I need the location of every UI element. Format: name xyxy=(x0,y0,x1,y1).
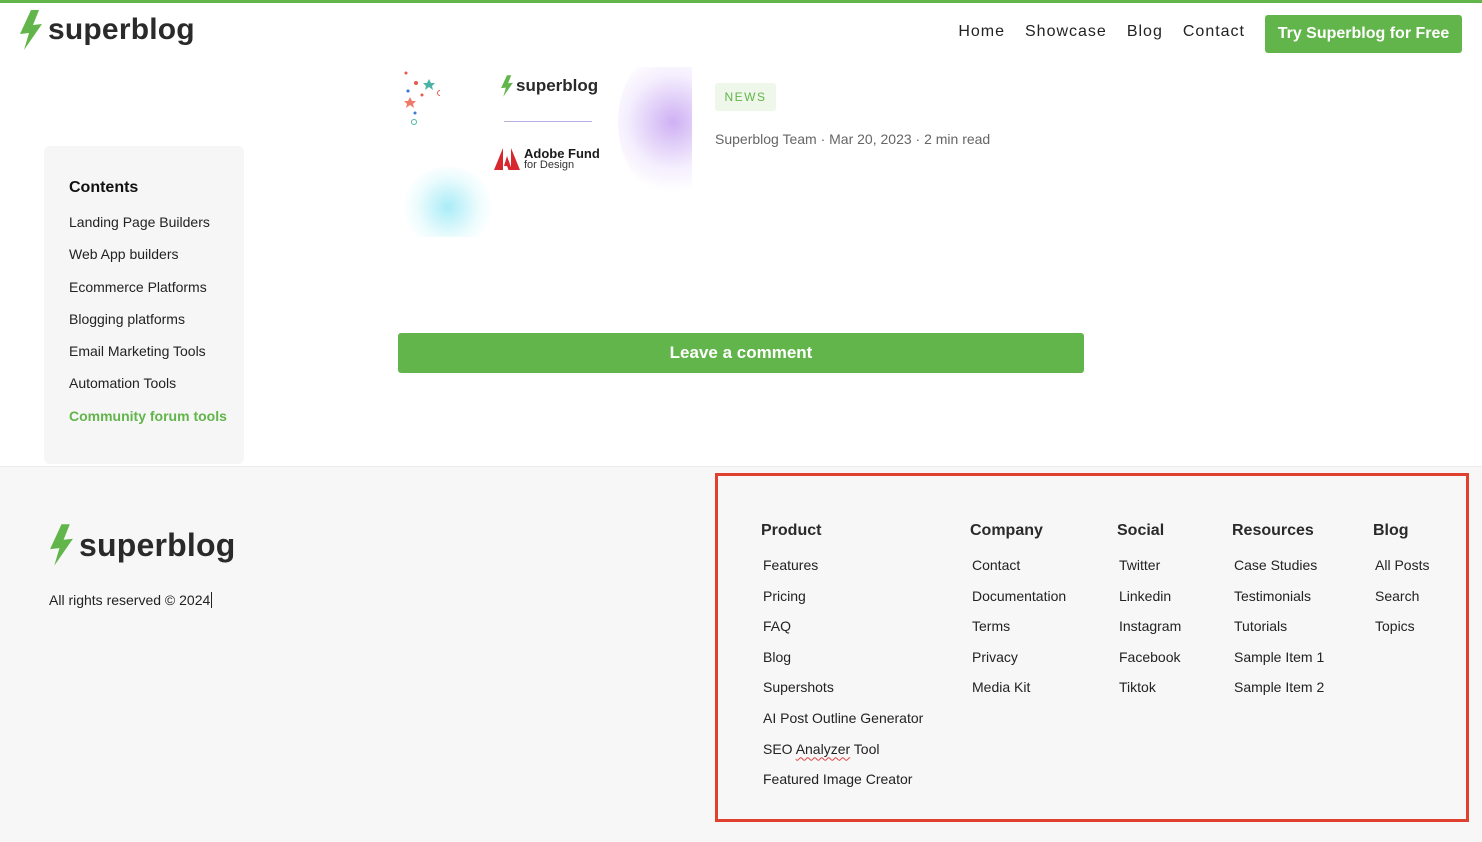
post-tag-badge[interactable]: NEWS xyxy=(715,83,776,111)
cover-divider xyxy=(504,121,592,122)
footer-col-product: Product Features Pricing FAQ Blog Supers… xyxy=(761,522,923,801)
footer-link[interactable]: Sample Item 1 xyxy=(1234,648,1324,679)
leave-comment-button[interactable]: Leave a comment xyxy=(398,333,1084,373)
main-nav: Home Showcase Blog Contact xyxy=(938,23,1245,41)
toc-item[interactable]: Automation Tools xyxy=(69,374,227,406)
footer-link[interactable]: Features xyxy=(763,556,923,587)
adobe-icon xyxy=(494,148,520,170)
footer-col-title: Blog xyxy=(1373,522,1409,539)
footer-link[interactable]: Terms xyxy=(972,617,1066,648)
footer-link[interactable]: Linkedin xyxy=(1119,587,1181,618)
copyright-text: All rights reserved © 2024 xyxy=(49,592,213,608)
footer-link[interactable]: Testimonials xyxy=(1234,587,1324,618)
footer-link[interactable]: Sample Item 2 xyxy=(1234,678,1324,709)
cover-partner-line2: for Design xyxy=(524,159,575,171)
cyan-glow-decoration xyxy=(403,167,493,237)
footer-link[interactable]: Blog xyxy=(763,648,923,679)
lightning-bolt-icon xyxy=(50,524,73,566)
toc-item-active[interactable]: Community forum tools xyxy=(69,407,227,439)
footer-link[interactable]: Search xyxy=(1375,587,1429,618)
toc-item[interactable]: Web App builders xyxy=(69,245,227,277)
footer-link[interactable]: AI Post Outline Generator xyxy=(763,709,923,740)
footer-col-title: Product xyxy=(761,522,822,539)
site-footer: superblog All rights reserved © 2024 Pro… xyxy=(0,466,1482,842)
footer-col-social: Social Twitter Linkedin Instagram Facebo… xyxy=(1117,522,1181,709)
footer-link[interactable]: Instagram xyxy=(1119,617,1181,648)
toc-item[interactable]: Ecommerce Platforms xyxy=(69,278,227,310)
footer-link[interactable]: SEO Analyzer Tool xyxy=(763,740,923,771)
footer-col-title: Company xyxy=(970,522,1043,539)
post-meta: Superblog Team · Mar 20, 2023 · 2 min re… xyxy=(715,131,991,147)
toc-item[interactable]: Landing Page Builders xyxy=(69,213,227,245)
header-logo[interactable]: superblog xyxy=(18,10,195,50)
text-cursor xyxy=(211,592,213,608)
footer-link[interactable]: Twitter xyxy=(1119,556,1181,587)
post-title-fragment xyxy=(706,50,1046,66)
footer-link[interactable]: Privacy xyxy=(972,648,1066,679)
footer-link[interactable]: Topics xyxy=(1375,617,1429,648)
nav-home[interactable]: Home xyxy=(958,23,1005,41)
lightning-bolt-icon xyxy=(20,10,42,50)
nav-contact[interactable]: Contact xyxy=(1183,23,1245,41)
footer-link[interactable]: Case Studies xyxy=(1234,556,1324,587)
footer-brand-name: superblog xyxy=(79,526,236,563)
cover-superblog-logo: superblog xyxy=(500,75,598,97)
footer-logo[interactable]: superblog xyxy=(48,524,235,566)
cover-brand-name: superblog xyxy=(516,76,599,95)
footer-link[interactable]: All Posts xyxy=(1375,556,1429,587)
spellcheck-underlined-word: Analyzer xyxy=(795,740,851,757)
footer-col-blog: Blog All Posts Search Topics xyxy=(1373,522,1429,648)
header-brand-name: superblog xyxy=(48,13,195,46)
footer-col-company: Company Contact Documentation Terms Priv… xyxy=(970,522,1066,709)
footer-col-title: Social xyxy=(1117,522,1165,539)
confetti-decoration-icon xyxy=(404,71,440,125)
table-of-contents: Contents Landing Page Builders Web App b… xyxy=(44,146,244,464)
lightning-bolt-icon xyxy=(501,75,513,97)
nav-showcase[interactable]: Showcase xyxy=(1025,23,1107,41)
footer-link[interactable]: Media Kit xyxy=(972,678,1066,709)
footer-link[interactable]: Tutorials xyxy=(1234,617,1324,648)
contents-title: Contents xyxy=(69,179,139,196)
footer-link[interactable]: Contact xyxy=(972,556,1066,587)
footer-link[interactable]: Documentation xyxy=(972,587,1066,618)
nav-blog[interactable]: Blog xyxy=(1127,23,1163,41)
footer-link[interactable]: Featured Image Creator xyxy=(763,770,923,801)
tool-word: Tool xyxy=(850,740,880,757)
post-cover-image[interactable]: superblog Adobe Fund for Design xyxy=(388,67,692,237)
footer-link[interactable]: Tiktok xyxy=(1119,678,1181,709)
footer-link[interactable]: Supershots xyxy=(763,678,923,709)
toc-item[interactable]: Email Marketing Tools xyxy=(69,342,227,374)
purple-glow-decoration xyxy=(618,67,692,197)
toc-item[interactable]: Blogging platforms xyxy=(69,310,227,342)
cover-adobe-logo: Adobe Fund for Design xyxy=(494,147,600,171)
footer-link[interactable]: Facebook xyxy=(1119,648,1181,679)
seo-word: SEO xyxy=(763,740,796,757)
footer-col-title: Resources xyxy=(1232,522,1314,539)
footer-col-resources: Resources Case Studies Testimonials Tuto… xyxy=(1232,522,1324,709)
footer-link[interactable]: FAQ xyxy=(763,617,923,648)
top-accent-bar xyxy=(0,0,1482,3)
try-free-button[interactable]: Try Superblog for Free xyxy=(1265,15,1462,53)
footer-link[interactable]: Pricing xyxy=(763,587,923,618)
